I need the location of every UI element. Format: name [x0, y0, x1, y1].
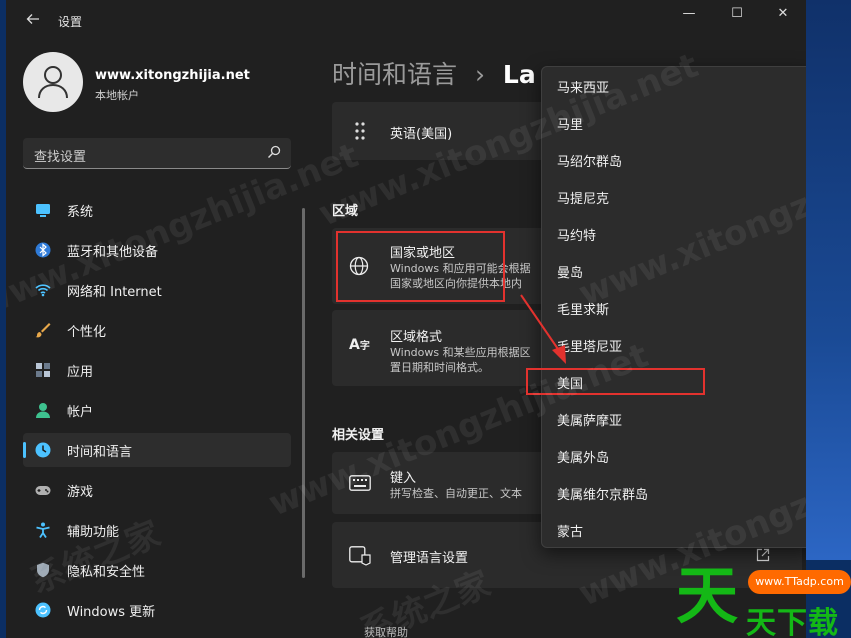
- bluetooth-icon: [35, 242, 51, 258]
- sidebar-item-label: 辅助功能: [67, 525, 120, 540]
- sidebar-item-label: 隐私和安全性: [67, 565, 146, 580]
- country-highlight-box: [336, 231, 505, 302]
- sidebar-item-gamepad[interactable]: 游戏: [23, 473, 291, 507]
- language-label: 英语(美国): [390, 127, 453, 142]
- region-section-title: 区域: [332, 204, 359, 219]
- desktop-background: [806, 0, 851, 560]
- maximize-button[interactable]: ☐: [714, 0, 760, 28]
- account-type: 本地帐户: [95, 89, 139, 102]
- minimize-button[interactable]: —: [666, 0, 712, 28]
- breadcrumb: 时间和语言 › La: [332, 55, 536, 91]
- site-logo: 天 www.TTadp.com 天下载: [676, 560, 851, 638]
- update-icon: [35, 602, 51, 618]
- wifi-icon: [35, 284, 51, 297]
- gamepad-icon: [35, 486, 51, 495]
- avatar[interactable]: [23, 52, 83, 112]
- system-icon: [36, 204, 50, 217]
- sidebar-item-system[interactable]: 系统: [23, 193, 291, 227]
- sidebar-item-label: 游戏: [67, 485, 94, 500]
- dropdown-option[interactable]: 美属维尔京群岛: [557, 484, 648, 503]
- back-arrow-icon[interactable]: [22, 10, 44, 32]
- dropdown-option[interactable]: 美属外岛: [557, 447, 609, 466]
- sidebar-item-label: Windows 更新: [67, 605, 156, 620]
- breadcrumb-parent[interactable]: 时间和语言: [332, 60, 457, 89]
- regional-format-desc-1: Windows 和某些应用根据区: [390, 346, 531, 359]
- country-dropdown[interactable]: 马来西亚 马里 马绍尔群岛 马提尼克 马约特 曼岛 毛里求斯 毛里塔尼亚 美国 美属萨摩亚 美属外岛…: [541, 66, 806, 548]
- dropdown-option[interactable]: 马绍尔群岛: [557, 151, 622, 170]
- sidebar-item-label: 应用: [67, 365, 94, 380]
- brush-icon: [35, 323, 51, 338]
- drag-handle-icon[interactable]: [354, 121, 366, 141]
- sidebar-item-wifi[interactable]: 网络和 Internet: [23, 273, 291, 307]
- keyboard-icon: [349, 475, 371, 491]
- sidebar-item-bluetooth[interactable]: 蓝牙和其他设备: [23, 233, 291, 267]
- language-translate-icon: A字: [349, 337, 370, 353]
- typing-desc: 拼写检查、自动更正、文本: [390, 487, 522, 500]
- regional-format-title: 区域格式: [390, 330, 443, 345]
- shield-icon: [37, 562, 49, 578]
- sidebar-item-label: 个性化: [67, 325, 107, 340]
- sidebar-item-time-language[interactable]: 时间和语言: [23, 433, 291, 467]
- bottom-partial-item[interactable]: 获取帮助: [364, 625, 408, 638]
- settings-window: 设置 — ☐ ✕ www.xitongzhijia.net 本地帐户 查找设置 …: [6, 0, 806, 638]
- active-indicator: [23, 442, 26, 458]
- logo-url: www.TTadp.com: [748, 570, 851, 594]
- search-icon: [268, 145, 281, 158]
- apps-icon: [36, 363, 50, 377]
- sidebar-item-label: 时间和语言: [67, 445, 133, 460]
- selected-highlight-box: [526, 368, 705, 395]
- sidebar-item-shield[interactable]: 隐私和安全性: [23, 553, 291, 587]
- dropdown-option[interactable]: 美属萨摩亚: [557, 410, 622, 429]
- sidebar-item-accessibility[interactable]: 辅助功能: [23, 513, 291, 547]
- close-button[interactable]: ✕: [760, 0, 806, 28]
- dropdown-option[interactable]: 马提尼克: [557, 188, 609, 207]
- account-icon: [36, 403, 50, 418]
- dropdown-option[interactable]: 马里: [557, 114, 583, 133]
- dropdown-option[interactable]: 马约特: [557, 225, 596, 244]
- sidebar-item-label: 系统: [67, 205, 94, 220]
- logo-glyph: 天: [676, 559, 739, 632]
- sidebar-scrollbar[interactable]: [302, 208, 305, 578]
- related-settings-title: 相关设置: [332, 428, 385, 443]
- arrow-annotation: [520, 294, 566, 364]
- window-title: 设置: [58, 15, 83, 29]
- dropdown-option[interactable]: 蒙古: [557, 521, 583, 540]
- sidebar-item-label: 帐户: [67, 405, 94, 420]
- sidebar-item-apps[interactable]: 应用: [23, 353, 291, 387]
- search-placeholder: 查找设置: [34, 150, 87, 165]
- sidebar-item-label: 蓝牙和其他设备: [67, 245, 159, 260]
- search-input[interactable]: 查找设置: [23, 138, 291, 169]
- typing-title: 键入: [390, 471, 417, 486]
- regional-format-desc-2: 置日期和时间格式。: [390, 361, 489, 374]
- dropdown-option[interactable]: 马来西亚: [557, 77, 609, 96]
- admin-language-icon: [349, 546, 371, 566]
- user-icon: [38, 66, 68, 99]
- sidebar-item-brush[interactable]: 个性化: [23, 313, 291, 347]
- sidebar-item-account[interactable]: 帐户: [23, 393, 291, 427]
- admin-language-title: 管理语言设置: [390, 551, 469, 566]
- sidebar-item-label: 网络和 Internet: [67, 285, 162, 300]
- accessibility-icon: [36, 522, 50, 538]
- dropdown-option[interactable]: 曼岛: [557, 262, 583, 281]
- profile-name: www.xitongzhijia.net: [95, 68, 250, 83]
- logo-text: 天下载: [746, 606, 839, 638]
- sidebar-item-update[interactable]: Windows 更新: [23, 593, 291, 627]
- breadcrumb-separator: ›: [474, 60, 485, 89]
- time-language-icon: [35, 442, 51, 458]
- breadcrumb-current: La: [502, 60, 536, 89]
